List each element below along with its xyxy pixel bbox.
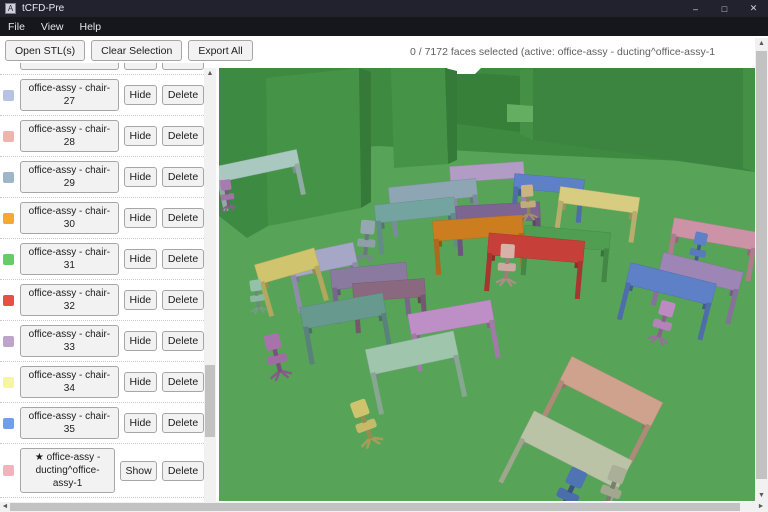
hide-show-button[interactable]: Hide: [123, 167, 157, 187]
delete-button[interactable]: Delete: [162, 331, 204, 351]
scene-canvas[interactable]: [213, 68, 760, 512]
minimize-button[interactable]: –: [681, 0, 710, 17]
wall: [507, 104, 533, 122]
clear-selection-button[interactable]: Clear Selection: [91, 40, 183, 61]
parts-list: office-assy - chair-27 Hide Delete offic…: [0, 63, 204, 501]
color-swatch: [3, 294, 14, 306]
list-item: office-assy - chair-27 Hide Delete: [0, 75, 204, 116]
vertical-scrollbar-thumb[interactable]: [756, 51, 767, 479]
part-name-button[interactable]: office-assy - chair-29: [20, 161, 119, 193]
delete-button[interactable]: Delete: [162, 460, 204, 481]
sidebar-scrollbar[interactable]: ▲: [204, 68, 216, 502]
list-item: office-assy - inlet^office-assy-1 Hide D…: [0, 498, 204, 501]
color-swatch: [3, 465, 14, 476]
wall: [457, 72, 520, 132]
wall: [219, 68, 268, 238]
color-swatch: [3, 63, 14, 66]
delete-button[interactable]: Delete: [162, 249, 204, 269]
wall: [743, 68, 755, 172]
scroll-up-icon[interactable]: ▲: [755, 39, 768, 49]
menu-view[interactable]: View: [33, 17, 72, 36]
hide-show-button[interactable]: [124, 63, 157, 70]
part-name-button[interactable]: [20, 63, 119, 70]
horizontal-scrollbar[interactable]: ◄ ►: [0, 502, 768, 512]
hide-show-button[interactable]: Hide: [123, 85, 157, 105]
title-bar: A tCFD-Pre – □ ✕: [0, 0, 768, 17]
wall: [391, 68, 448, 168]
wall: [359, 68, 371, 208]
delete-button[interactable]: Delete: [162, 290, 204, 310]
vertical-scrollbar[interactable]: ▲ ▼: [755, 38, 768, 502]
wall: [266, 68, 361, 226]
toolbar: Open STL(s) Clear Selection Export All: [5, 40, 259, 62]
hide-show-button[interactable]: Hide: [123, 126, 157, 146]
color-swatch: [3, 89, 14, 101]
window-title: tCFD-Pre: [22, 3, 65, 14]
part-name-button[interactable]: office-assy - chair-32: [20, 284, 119, 316]
part-name-button[interactable]: office-assy - chair-35: [20, 407, 119, 439]
main-content: Open STL(s) Clear Selection Export All 0…: [0, 36, 768, 512]
color-swatch: [3, 335, 14, 347]
list-item: office-assy - chair-31 Hide Delete: [0, 239, 204, 280]
list-item: office-assy - chair-28 Hide Delete: [0, 116, 204, 157]
scroll-left-icon[interactable]: ◄: [0, 502, 10, 512]
app-icon: A: [5, 3, 16, 14]
list-item: office-assy - chair-29 Hide Delete: [0, 157, 204, 198]
hide-show-button[interactable]: Hide: [123, 331, 157, 351]
list-item: [0, 63, 204, 75]
delete-button[interactable]: Delete: [162, 126, 204, 146]
menu-help[interactable]: Help: [72, 17, 110, 36]
list-item: office-assy - chair-32 Hide Delete: [0, 280, 204, 321]
part-name-button[interactable]: office-assy - chair-34: [20, 366, 119, 398]
color-swatch: [3, 376, 14, 388]
list-item: office-assy - chair-33 Hide Delete: [0, 321, 204, 362]
part-name-button[interactable]: office-assy - chair-30: [20, 202, 119, 234]
part-name-button[interactable]: office-assy - chair-33: [20, 325, 119, 357]
delete-button[interactable]: Delete: [162, 413, 204, 433]
hide-show-button[interactable]: Hide: [123, 413, 157, 433]
wall: [520, 68, 533, 140]
horizontal-scrollbar-thumb[interactable]: [10, 503, 740, 511]
part-name-button[interactable]: office-assy - chair-27: [20, 79, 119, 111]
hide-show-button[interactable]: Hide: [123, 290, 157, 310]
part-name-button[interactable]: ★ office-assy - ducting^office-assy-1: [20, 448, 116, 493]
color-swatch: [3, 212, 14, 224]
color-swatch: [3, 130, 14, 142]
delete-button[interactable]: Delete: [162, 167, 204, 187]
sidebar-scrollbar-thumb[interactable]: [205, 365, 215, 437]
part-name-button[interactable]: office-assy - chair-28: [20, 120, 119, 152]
delete-button[interactable]: [162, 63, 204, 70]
menu-file[interactable]: File: [0, 17, 33, 36]
delete-button[interactable]: Delete: [162, 85, 204, 105]
scroll-right-icon[interactable]: ►: [756, 502, 766, 512]
maximize-button[interactable]: □: [710, 0, 739, 17]
scroll-down-icon[interactable]: ▼: [755, 491, 768, 501]
hide-show-button[interactable]: Hide: [123, 372, 157, 392]
open-stl-button[interactable]: Open STL(s): [5, 40, 86, 61]
scroll-up-icon[interactable]: ▲: [204, 69, 216, 79]
color-swatch: [3, 417, 14, 429]
delete-button[interactable]: Delete: [162, 208, 204, 228]
part-name-button[interactable]: office-assy - chair-31: [20, 243, 119, 275]
list-item: office-assy - chair-30 Hide Delete: [0, 198, 204, 239]
list-item: office-assy - chair-34 Hide Delete: [0, 362, 204, 403]
list-item: ★ office-assy - ducting^office-assy-1 Sh…: [0, 444, 204, 498]
status-text: 0 / 7172 faces selected (active: office-…: [410, 46, 716, 58]
delete-button[interactable]: Delete: [162, 372, 204, 392]
hide-show-button[interactable]: Hide: [123, 208, 157, 228]
color-swatch: [3, 253, 14, 265]
menu-bar: File View Help: [0, 17, 768, 36]
hide-show-button[interactable]: Hide: [123, 249, 157, 269]
list-item: office-assy - chair-35 Hide Delete: [0, 403, 204, 444]
viewport-3d[interactable]: [213, 68, 760, 512]
close-button[interactable]: ✕: [739, 0, 768, 17]
color-swatch: [3, 171, 14, 183]
window-controls: – □ ✕: [681, 0, 768, 17]
hide-show-button[interactable]: Show: [120, 460, 157, 481]
export-all-button[interactable]: Export All: [188, 40, 253, 61]
